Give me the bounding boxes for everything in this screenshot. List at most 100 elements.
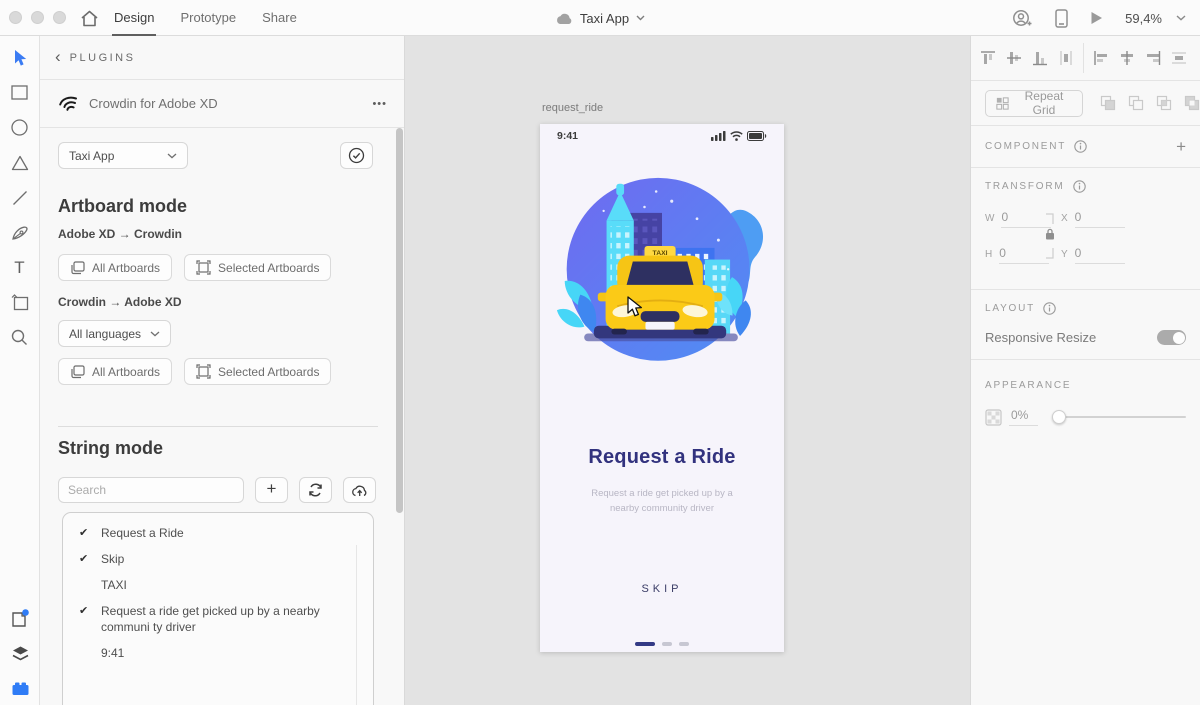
string-row[interactable]: ✔ 9:41 [63,640,373,666]
minimize-window-button[interactable] [31,11,44,24]
subtitle-line-1: Request a ride get picked up by a [591,488,733,499]
chevron-down-icon[interactable] [636,15,645,21]
tab-prototype[interactable]: Prototype [180,0,236,36]
home-icon[interactable] [78,8,100,28]
zoom-control[interactable]: 59,4% [1125,11,1186,26]
plugin-name: Crowdin for Adobe XD [89,96,218,111]
repeat-grid-row: Repeat Grid [971,81,1200,126]
phone-title: Request a Ride [588,446,736,468]
string-tools-row: + [58,477,376,503]
zoom-window-button[interactable] [53,11,66,24]
pen-tool-icon[interactable] [9,222,30,243]
string-row[interactable]: ✔ Request a ride get picked up by a near… [63,598,373,640]
selected-artboards-button-2[interactable]: Selected Artboards [184,358,332,385]
align-left-icon[interactable] [1093,50,1109,66]
string-text: Request a ride get picked up by a nearby… [101,604,320,634]
project-select-value: Taxi App [69,148,115,163]
slider-track[interactable] [1052,416,1186,418]
xd-to-crowdin-label: Adobe XD → Crowdin [58,227,182,241]
height-input[interactable]: 0 [999,246,1050,264]
layers-panel-icon[interactable] [10,643,31,664]
upload-strings-button[interactable] [343,477,376,503]
layout-title: LAYOUT [985,303,1036,314]
artboard-tool-icon[interactable] [9,292,30,313]
boolean-add-icon[interactable] [1100,95,1116,111]
languages-select[interactable]: All languages [58,320,171,347]
info-icon[interactable] [1043,302,1056,315]
tab-share[interactable]: Share [262,0,297,36]
zoom-tool-icon[interactable] [9,327,30,348]
artboard-name-label[interactable]: request_ride [542,102,603,114]
vertical-align-group [971,50,1083,66]
all-artboards-button-2[interactable]: All Artboards [58,358,173,385]
rectangle-tool-icon[interactable] [9,82,30,103]
assets-panel-icon[interactable] [10,678,31,699]
slider-knob[interactable] [1052,410,1067,424]
languages-select-value: All languages [69,326,142,341]
topbar-actions: 59,4% [1012,0,1186,36]
artboards-stack-icon [71,364,85,378]
desktop-preview-play-icon[interactable] [1090,11,1103,25]
align-right-icon[interactable] [1145,50,1161,66]
device-preview-icon[interactable] [1055,8,1068,28]
lock-icon[interactable] [1045,228,1055,240]
y-input[interactable]: 0 [1074,246,1125,264]
refresh-strings-button[interactable] [299,477,332,503]
select-tool-icon[interactable] [9,47,30,68]
panel-scrollbar[interactable] [396,128,403,513]
distribute-vertical-icon[interactable] [1058,50,1074,66]
appearance-section: APPEARANCE 0% [971,360,1200,705]
polygon-tool-icon[interactable] [9,152,30,173]
opacity-icon [985,408,1002,426]
chevron-down-icon [1176,15,1186,21]
x-input[interactable]: 0 [1074,210,1125,228]
string-row[interactable]: ✔ Request a Ride [63,520,373,546]
boolean-exclude-icon[interactable] [1184,95,1200,111]
string-row[interactable]: ✔ Skip [63,546,373,572]
plugin-title-row: Crowdin for Adobe XD ••• [40,80,404,128]
skip-button[interactable]: SKIP [540,583,784,595]
ellipse-tool-icon[interactable] [9,117,30,138]
string-row[interactable]: ✔ TAXI [63,572,373,598]
add-component-button[interactable]: + [1176,137,1186,157]
crowdin-logo-icon [57,95,78,113]
design-canvas[interactable]: request_ride 9:41 TAXI Request a Ride Re… [405,36,970,705]
request-ride-artboard[interactable]: 9:41 TAXI Request a Ride Request a ride … [540,124,784,652]
tab-design[interactable]: Design [111,0,157,36]
line-tool-icon[interactable] [9,187,30,208]
invite-user-icon[interactable] [1012,9,1033,28]
info-icon[interactable] [1074,140,1087,153]
boolean-intersect-icon[interactable] [1156,95,1172,111]
selected-artboards-button[interactable]: Selected Artboards [184,254,332,281]
info-icon[interactable] [1072,180,1086,193]
y-label: Y [1061,249,1068,260]
back-chevron-icon[interactable]: ‹ [55,48,61,65]
opacity-slider[interactable] [1052,410,1186,424]
opacity-value[interactable]: 0% [1009,408,1039,426]
all-artboards-button[interactable]: All Artboards [58,254,173,281]
project-select[interactable]: Taxi App [58,142,188,169]
plugins-panel-icon[interactable] [10,608,31,629]
zoom-level[interactable]: 59,4% [1125,11,1162,26]
distribute-horizontal-icon[interactable] [1171,50,1187,66]
responsive-resize-toggle[interactable] [1157,330,1186,345]
window-controls[interactable] [9,11,66,24]
cloud-upload-icon [352,485,367,497]
align-bottom-icon[interactable] [1032,50,1048,66]
document-title[interactable]: Taxi App [580,11,629,26]
search-input[interactable] [58,477,244,503]
repeat-grid-icon [996,96,1009,110]
text-tool-icon[interactable]: T [9,257,30,278]
plugin-more-menu-icon[interactable]: ••• [372,98,387,110]
mouse-cursor [627,296,643,317]
align-top-icon[interactable] [980,50,996,66]
align-center-icon[interactable] [1119,50,1135,66]
close-window-button[interactable] [9,11,22,24]
align-middle-icon[interactable] [1006,50,1022,66]
add-string-button[interactable]: + [255,477,288,503]
selected-artboard-icon [196,260,211,275]
validate-project-button[interactable] [340,142,373,169]
repeat-grid-button[interactable]: Repeat Grid [985,89,1083,117]
top-bar: Design Prototype Share Taxi App 59,4% [0,0,1200,36]
boolean-subtract-icon[interactable] [1128,95,1144,111]
